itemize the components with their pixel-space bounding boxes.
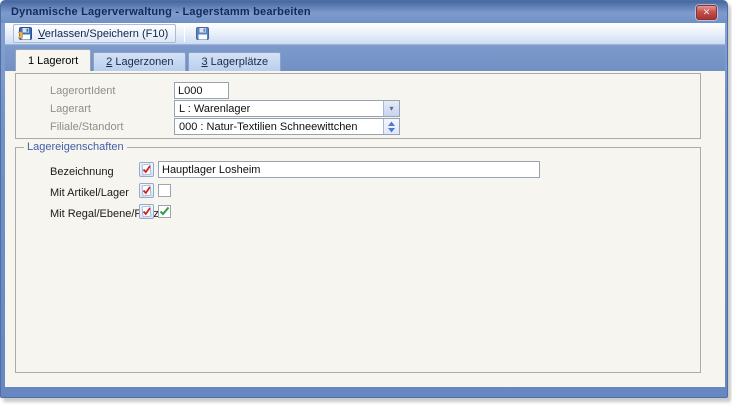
checkmark-icon [159, 206, 170, 217]
verify-check-icon [140, 163, 153, 176]
mit-artikel-verify-button[interactable] [139, 183, 154, 198]
tab-lagerort[interactable]: 1 Lagerort [15, 49, 91, 71]
floppy-save-icon [195, 26, 210, 41]
mit-regal-verify-button[interactable] [139, 204, 154, 219]
lagerart-selected-value: L : Warenlager [175, 101, 383, 116]
chevron-down-icon: ▾ [389, 105, 393, 113]
lagerort-identity-group: LagerortIdent Lagerart L : Warenlager ▾ … [15, 73, 701, 139]
exit-save-button[interactable]: Verlassen/Speichern (F10) [13, 24, 176, 43]
filiale-select[interactable]: 000 : Natur-Textilien Schneewittchen [174, 118, 400, 135]
mit-artikel-checkbox[interactable] [158, 184, 171, 197]
bezeichnung-input[interactable] [158, 161, 540, 178]
mit-regal-checkbox[interactable] [158, 205, 171, 218]
up-down-arrows-icon [387, 121, 396, 133]
mit-artikel-label: Mit Artikel/Lager [50, 187, 129, 199]
lagerart-dropdown-button[interactable]: ▾ [383, 101, 399, 116]
lagereigenschaften-legend: Lagereigenschaften [24, 141, 127, 153]
lagereigenschaften-group: Lagereigenschaften Bezeichnung Mit Artik… [15, 147, 701, 373]
toolbar-separator [184, 25, 185, 42]
dialog-window: Dynamische Lagerverwaltung - Lagerstamm … [0, 0, 728, 398]
save-button[interactable] [191, 24, 214, 43]
filiale-spin-button[interactable] [383, 119, 399, 134]
lagerort-ident-input[interactable] [174, 82, 229, 99]
lagerort-ident-label: LagerortIdent [50, 85, 115, 97]
close-icon: ✕ [703, 8, 711, 17]
bezeichnung-label: Bezeichnung [50, 166, 114, 178]
tab-strip: 1 Lagerort 2 Lagerzonen 3 Lagerplätze [5, 46, 725, 71]
verify-check-icon [140, 184, 153, 197]
titlebar: Dynamische Lagerverwaltung - Lagerstamm … [1, 1, 727, 23]
lagerart-label: Lagerart [50, 103, 91, 115]
tab-lagerzonen[interactable]: 2 Lagerzonen [93, 52, 186, 71]
filiale-selected-value: 000 : Natur-Textilien Schneewittchen [175, 119, 383, 134]
tab-panel-lagerort: LagerortIdent Lagerart L : Warenlager ▾ … [5, 71, 725, 387]
lagerart-select[interactable]: L : Warenlager ▾ [174, 100, 400, 117]
bezeichnung-verify-button[interactable] [139, 162, 154, 177]
floppy-exit-icon [18, 26, 33, 41]
tab-lagerplaetze[interactable]: 3 Lagerplätze [188, 52, 281, 71]
exit-save-label: Verlassen/Speichern (F10) [38, 28, 168, 40]
filiale-label: Filiale/Standort [50, 121, 123, 133]
window-title: Dynamische Lagerverwaltung - Lagerstamm … [11, 6, 311, 18]
verify-check-icon [140, 205, 153, 218]
close-button[interactable]: ✕ [696, 5, 717, 20]
toolbar: Verlassen/Speichern (F10) [5, 23, 725, 45]
